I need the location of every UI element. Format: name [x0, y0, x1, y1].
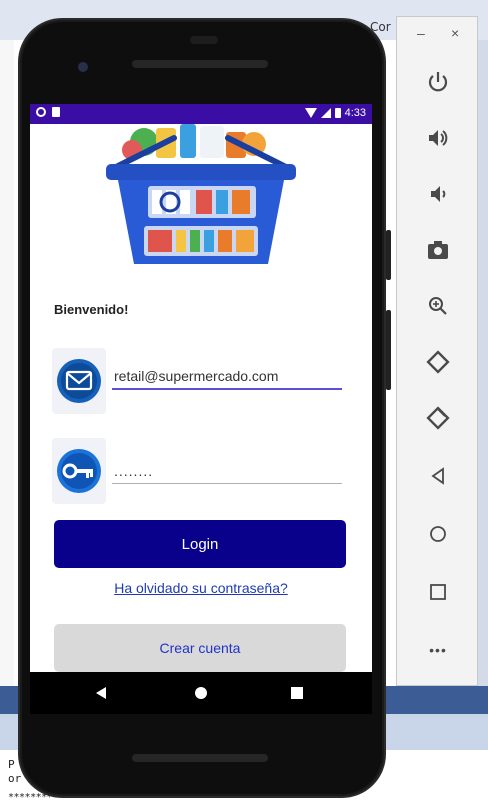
phone-bottom-speaker [132, 754, 268, 762]
basket-item [204, 230, 214, 252]
app-screen: 4:33 Bienvenido! retail@supermercado.com… [30, 104, 372, 672]
password-field[interactable] [112, 458, 342, 484]
phone-notch [190, 36, 218, 44]
notification-icon [36, 107, 46, 117]
phone-power-button [386, 230, 391, 280]
back-icon[interactable] [419, 457, 457, 495]
overview-icon[interactable] [419, 573, 457, 611]
zoom-icon[interactable] [419, 287, 457, 325]
background-right-edge [478, 40, 488, 686]
envelope-icon [57, 359, 101, 403]
basket-item [190, 230, 200, 252]
forgot-password-link[interactable]: Ha olvidado su contraseña? [30, 580, 372, 596]
basket-item [216, 190, 228, 214]
battery-icon [334, 108, 341, 118]
email-icon-container [52, 348, 106, 414]
status-bar: 4:33 [30, 104, 372, 124]
basket-item [196, 190, 212, 214]
home-icon[interactable] [190, 682, 212, 704]
more-icon[interactable]: ••• [419, 631, 457, 669]
rotate-left-icon[interactable] [419, 343, 457, 381]
sd-card-icon [52, 107, 60, 117]
create-account-button[interactable]: Crear cuenta [54, 624, 346, 672]
basket-item [180, 190, 190, 214]
emulator-toolbar: – × ••• [396, 16, 478, 686]
background-text-line: or [8, 772, 22, 785]
basket-item [176, 230, 186, 252]
navigation-bar [30, 672, 372, 714]
volume-up-icon[interactable] [419, 119, 457, 157]
background-editor-gutter [0, 40, 14, 700]
email-field[interactable] [112, 364, 342, 390]
login-button[interactable]: Login [54, 520, 346, 568]
rotate-right-icon[interactable] [419, 399, 457, 437]
power-icon[interactable] [419, 63, 457, 101]
signal-icon [320, 108, 331, 118]
basket-item [148, 230, 172, 252]
welcome-heading: Bienvenido! [54, 302, 129, 317]
status-time: 4:33 [344, 107, 366, 119]
basket-item [218, 230, 232, 252]
shopping-basket-logo [106, 124, 296, 264]
key-icon [57, 449, 101, 493]
camera-icon[interactable] [419, 231, 457, 269]
basket-item [232, 190, 250, 214]
background-text-line: P [8, 758, 15, 771]
volume-down-icon[interactable] [419, 175, 457, 213]
basket-produce [200, 126, 224, 158]
home-icon[interactable] [419, 515, 457, 553]
wifi-icon [304, 108, 317, 118]
recents-icon[interactable] [286, 682, 308, 704]
basket-item [236, 230, 254, 252]
minimize-button[interactable]: – [417, 25, 425, 41]
phone-top-speaker [132, 60, 268, 68]
basket-produce [180, 124, 196, 158]
back-icon[interactable] [90, 682, 112, 704]
front-camera [78, 62, 88, 72]
password-icon-container [52, 438, 106, 504]
basket-rim [106, 164, 296, 180]
phone-volume-button [386, 310, 391, 390]
close-button[interactable]: × [451, 25, 459, 41]
